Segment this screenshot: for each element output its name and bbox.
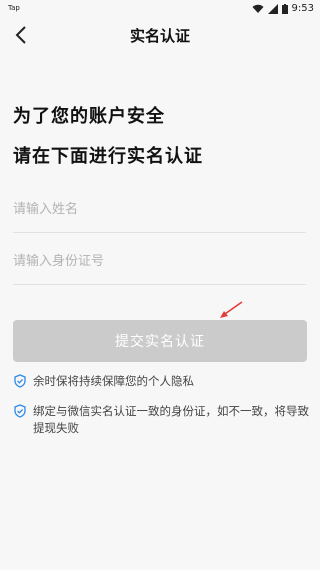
status-bar: Tap 9:53 [0,0,320,20]
signal-icon [267,3,278,14]
id-number-input[interactable] [13,238,306,285]
status-icons: 9:53 [252,3,314,14]
shield-check-icon [14,374,26,388]
submit-verification-button[interactable]: 提交实名认证 [13,320,307,362]
binding-note-text: 绑定与微信实名认证一致的身份证，如不一致，将导致提现失败 [33,404,309,435]
headline-line1: 为了您的账户安全 [13,106,165,127]
headline-line2: 请在下面进行实名认证 [13,146,203,167]
status-app-label: Tap [8,4,20,12]
privacy-note: 余时保将持续保障您的个人隐私 [13,373,313,390]
name-input[interactable] [13,186,306,233]
page-title: 实名认证 [129,27,190,45]
privacy-note-text: 余时保将持续保障您的个人隐私 [33,374,194,388]
battery-icon [281,3,288,14]
header: 实名认证 [0,20,320,52]
binding-note: 绑定与微信实名认证一致的身份证，如不一致，将导致提现失败 [13,403,313,437]
red-arrow-annotation [220,301,243,318]
shield-check-icon [14,404,26,418]
wifi-icon [252,4,264,13]
status-time: 9:53 [291,3,314,14]
